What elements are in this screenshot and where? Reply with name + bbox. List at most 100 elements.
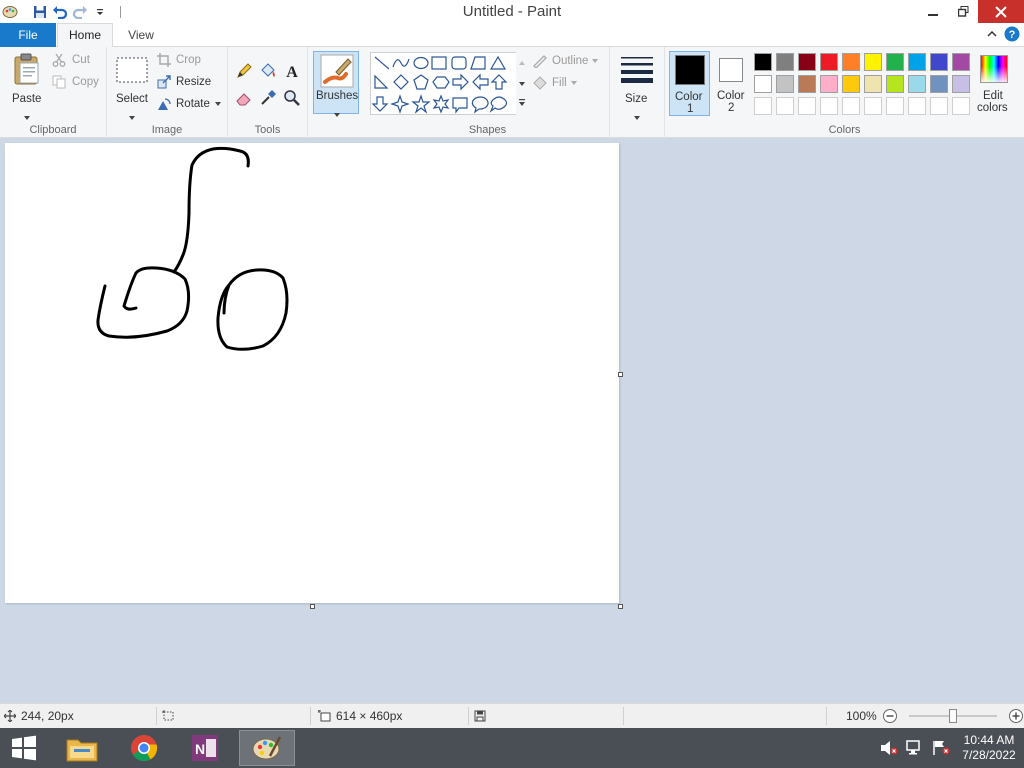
ribbon-extra-controls: ? xyxy=(986,23,1024,47)
palette-swatch[interactable] xyxy=(842,53,860,71)
windows-logo-icon xyxy=(12,735,36,761)
text-tool[interactable]: A xyxy=(283,62,301,83)
custom-color-slot[interactable] xyxy=(776,97,794,115)
palette-swatch[interactable] xyxy=(798,53,816,71)
select-button[interactable]: Select xyxy=(113,51,151,120)
volume-muted-icon[interactable] xyxy=(876,740,902,756)
palette-swatch[interactable] xyxy=(952,75,970,93)
edit-colors-button[interactable]: Edit colors xyxy=(974,51,1014,116)
zoom-slider-thumb[interactable] xyxy=(948,709,957,723)
palette-swatch[interactable] xyxy=(952,53,970,71)
rotate-button[interactable]: Rotate xyxy=(157,97,221,111)
color2-button[interactable]: Color 2 xyxy=(713,51,751,116)
custom-color-slot[interactable] xyxy=(952,97,970,115)
network-icon[interactable] xyxy=(902,740,928,756)
paste-button[interactable]: Paste xyxy=(8,51,46,120)
shapes-group-label: Shapes xyxy=(468,124,507,136)
canvas-resize-handle-right[interactable] xyxy=(618,372,623,377)
help-icon[interactable]: ? xyxy=(1004,26,1020,45)
taskbar-chrome[interactable] xyxy=(120,730,168,766)
paint-palette-icon xyxy=(252,736,282,760)
palette-swatch[interactable] xyxy=(908,53,926,71)
palette-swatch[interactable] xyxy=(864,75,882,93)
palette-swatch[interactable] xyxy=(864,53,882,71)
close-button[interactable] xyxy=(978,0,1024,23)
brushes-group: Brushes xyxy=(308,47,366,138)
palette-swatch[interactable] xyxy=(776,75,794,93)
paste-label: Paste xyxy=(12,93,42,105)
fill-button[interactable]: Fill xyxy=(532,76,577,90)
custom-color-slot[interactable] xyxy=(886,97,904,115)
palette-swatch[interactable] xyxy=(886,75,904,93)
redo-icon[interactable] xyxy=(70,2,90,22)
tools-group: A Tools xyxy=(228,47,308,138)
outline-button[interactable]: Outline xyxy=(532,54,599,68)
custom-color-slot[interactable] xyxy=(930,97,948,115)
start-button[interactable] xyxy=(0,730,48,766)
eraser-tool[interactable] xyxy=(235,89,253,110)
zoom-in-icon[interactable] xyxy=(1008,708,1024,724)
custom-color-slot[interactable] xyxy=(798,97,816,115)
taskbar-file-explorer[interactable] xyxy=(58,730,106,766)
window-title: Untitled - Paint xyxy=(462,3,562,20)
palette-swatch[interactable] xyxy=(842,75,860,93)
crop-button[interactable]: Crop xyxy=(157,53,201,67)
workspace[interactable] xyxy=(0,138,1024,703)
canvas-resize-handle-corner[interactable] xyxy=(618,604,623,609)
palette-swatch[interactable] xyxy=(754,75,772,93)
collapse-ribbon-icon[interactable] xyxy=(986,28,998,42)
cut-button[interactable]: Cut xyxy=(52,53,90,67)
taskbar-onenote[interactable]: N xyxy=(181,730,229,766)
select-rectangle-icon xyxy=(116,57,148,83)
palette-swatch[interactable] xyxy=(886,53,904,71)
status-divider xyxy=(156,707,157,725)
canvas-drawing xyxy=(96,146,289,351)
resize-button[interactable]: Resize xyxy=(157,75,211,89)
taskbar-paint[interactable] xyxy=(239,730,295,766)
brushes-button[interactable]: Brushes xyxy=(313,51,359,117)
palette-swatch[interactable] xyxy=(908,75,926,93)
palette-swatch[interactable] xyxy=(930,53,948,71)
fill-tool[interactable] xyxy=(259,62,277,83)
palette-swatch[interactable] xyxy=(776,53,794,71)
fill-bucket-icon xyxy=(261,63,275,77)
color-picker-tool[interactable] xyxy=(259,89,277,110)
save-icon[interactable] xyxy=(30,2,50,22)
undo-icon[interactable] xyxy=(50,2,70,22)
custom-color-slot[interactable] xyxy=(820,97,838,115)
custom-color-slot[interactable] xyxy=(842,97,860,115)
drawing-canvas[interactable] xyxy=(5,143,619,603)
palette-swatch[interactable] xyxy=(820,53,838,71)
restore-button[interactable] xyxy=(948,0,978,23)
color1-number: 1 xyxy=(687,103,694,115)
customize-qat-icon[interactable] xyxy=(90,2,110,22)
outline-icon xyxy=(533,55,547,68)
palette-swatch[interactable] xyxy=(930,75,948,93)
custom-color-slot[interactable] xyxy=(754,97,772,115)
palette-swatch[interactable] xyxy=(798,75,816,93)
pencil-tool[interactable] xyxy=(235,62,253,83)
shapes-scroll[interactable] xyxy=(516,52,528,115)
tab-view[interactable]: View xyxy=(114,23,168,47)
qat-separator xyxy=(120,5,121,18)
zoom-slider[interactable] xyxy=(908,708,997,724)
custom-color-slot[interactable] xyxy=(908,97,926,115)
color1-button[interactable]: Color 1 xyxy=(669,51,710,116)
palette-swatch[interactable] xyxy=(754,53,772,71)
tab-file[interactable]: File xyxy=(0,23,56,47)
action-center-flag-icon[interactable] xyxy=(928,740,954,756)
tab-home[interactable]: Home xyxy=(57,23,113,48)
shapes-gallery[interactable] xyxy=(370,52,522,115)
custom-color-slot[interactable] xyxy=(864,97,882,115)
colors-group: Color 1 Color 2 Edit colors Colors xyxy=(665,47,1024,138)
minimize-button[interactable] xyxy=(918,0,948,23)
paint-app-icon[interactable] xyxy=(0,2,20,22)
magnifier-tool[interactable] xyxy=(283,89,301,110)
copy-button[interactable]: Copy xyxy=(52,75,99,89)
taskbar-clock[interactable]: 10:44 AM 7/28/2022 xyxy=(954,733,1024,763)
palette-swatch[interactable] xyxy=(820,75,838,93)
size-button[interactable]: Size xyxy=(618,51,658,120)
taskbar: N 10:44 AM 7/28/2022 xyxy=(0,728,1024,768)
canvas-resize-handle-bottom[interactable] xyxy=(310,604,315,609)
zoom-out-icon[interactable] xyxy=(882,708,898,724)
